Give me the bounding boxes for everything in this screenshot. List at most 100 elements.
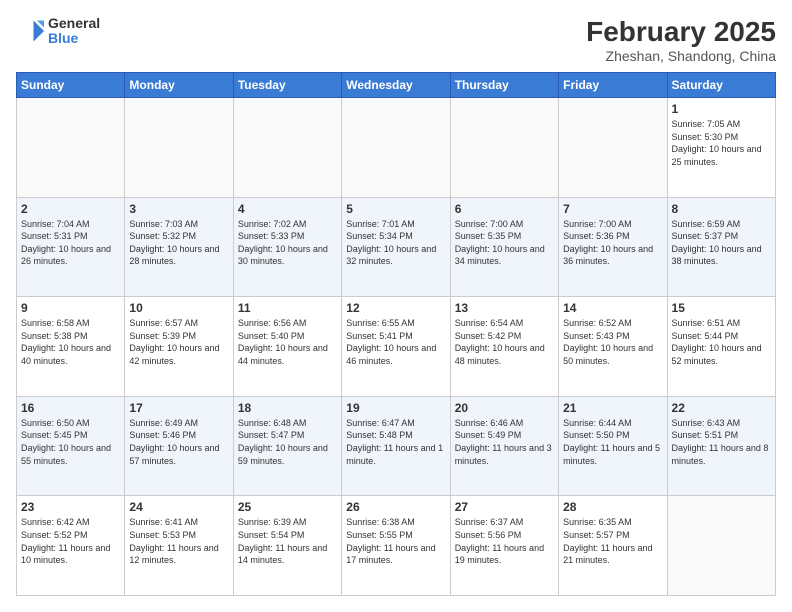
logo: General Blue (16, 16, 100, 47)
day-info: Sunrise: 7:05 AM Sunset: 5:30 PM Dayligh… (672, 118, 771, 168)
table-row: 26 Sunrise: 6:38 AM Sunset: 5:55 PM Dayli… (342, 496, 450, 596)
day-number: 7 (563, 202, 662, 216)
table-row: 6Sunrise: 7:00 AM Sunset: 5:35 PM Daylig… (450, 197, 558, 297)
day-info: Sunrise: 6:35 AM Sunset: 5:57 PM Dayligh… (563, 516, 662, 566)
day-info: Sunrise: 7:01 AM Sunset: 5:34 PM Dayligh… (346, 218, 445, 268)
day-info: Sunrise: 6:49 AM Sunset: 5:46 PM Dayligh… (129, 417, 228, 467)
day-info: Sunrise: 7:04 AM Sunset: 5:31 PM Dayligh… (21, 218, 120, 268)
logo-blue: Blue (48, 31, 100, 46)
table-row (559, 98, 667, 198)
calendar-week-row: 23 Sunrise: 6:42 AM Sunset: 5:52 PM Dayli… (17, 496, 776, 596)
title-block: February 2025 Zheshan, Shandong, China (586, 16, 776, 64)
day-info: Sunrise: 6:44 AM Sunset: 5:50 PM Dayligh… (563, 417, 662, 467)
day-number: 13 (455, 301, 554, 315)
table-row: 17 Sunrise: 6:49 AM Sunset: 5:46 PM Dayli… (125, 396, 233, 496)
day-info: Sunrise: 6:51 AM Sunset: 5:44 PM Dayligh… (672, 317, 771, 367)
table-row (667, 496, 775, 596)
table-row: 19Sunrise: 6:47 AM Sunset: 5:48 PM Dayli… (342, 396, 450, 496)
table-row: 14 Sunrise: 6:52 AM Sunset: 5:43 PM Dayli… (559, 297, 667, 397)
day-info: Sunrise: 6:46 AM Sunset: 5:49 PM Dayligh… (455, 417, 554, 467)
table-row: 21 Sunrise: 6:44 AM Sunset: 5:50 PM Dayli… (559, 396, 667, 496)
day-number: 9 (21, 301, 120, 315)
table-row (17, 98, 125, 198)
month-title: February 2025 (586, 16, 776, 48)
location: Zheshan, Shandong, China (586, 48, 776, 64)
day-number: 17 (129, 401, 228, 415)
day-number: 5 (346, 202, 445, 216)
day-number: 12 (346, 301, 445, 315)
day-number: 24 (129, 500, 228, 514)
table-row: 1 Sunrise: 7:05 AM Sunset: 5:30 PM Daylig… (667, 98, 775, 198)
logo-general: General (48, 16, 100, 31)
day-number: 4 (238, 202, 337, 216)
day-info: Sunrise: 6:38 AM Sunset: 5:55 PM Dayligh… (346, 516, 445, 566)
logo-text: General Blue (48, 16, 100, 47)
table-row: 23 Sunrise: 6:42 AM Sunset: 5:52 PM Dayli… (17, 496, 125, 596)
table-row: 9 Sunrise: 6:58 AM Sunset: 5:38 PM Daylig… (17, 297, 125, 397)
day-number: 14 (563, 301, 662, 315)
day-info: Sunrise: 7:00 AM Sunset: 5:36 PM Dayligh… (563, 218, 662, 268)
day-info: Sunrise: 6:41 AM Sunset: 5:53 PM Dayligh… (129, 516, 228, 566)
day-info: Sunrise: 6:37 AM Sunset: 5:56 PM Dayligh… (455, 516, 554, 566)
day-number: 27 (455, 500, 554, 514)
day-number: 25 (238, 500, 337, 514)
day-number: 18 (238, 401, 337, 415)
day-info: Sunrise: 6:42 AM Sunset: 5:52 PM Dayligh… (21, 516, 120, 566)
day-number: 22 (672, 401, 771, 415)
day-number: 21 (563, 401, 662, 415)
calendar-week-row: 2 Sunrise: 7:04 AM Sunset: 5:31 PM Daylig… (17, 197, 776, 297)
table-row: 28Sunrise: 6:35 AM Sunset: 5:57 PM Dayli… (559, 496, 667, 596)
table-row: 22 Sunrise: 6:43 AM Sunset: 5:51 PM Dayli… (667, 396, 775, 496)
col-tuesday: Tuesday (233, 73, 341, 98)
day-number: 26 (346, 500, 445, 514)
table-row: 5 Sunrise: 7:01 AM Sunset: 5:34 PM Daylig… (342, 197, 450, 297)
calendar-week-row: 16Sunrise: 6:50 AM Sunset: 5:45 PM Dayli… (17, 396, 776, 496)
day-number: 1 (672, 102, 771, 116)
day-info: Sunrise: 6:52 AM Sunset: 5:43 PM Dayligh… (563, 317, 662, 367)
table-row: 12 Sunrise: 6:55 AM Sunset: 5:41 PM Dayli… (342, 297, 450, 397)
col-saturday: Saturday (667, 73, 775, 98)
table-row: 11Sunrise: 6:56 AM Sunset: 5:40 PM Dayli… (233, 297, 341, 397)
header: General Blue February 2025 Zheshan, Shan… (16, 16, 776, 64)
col-monday: Monday (125, 73, 233, 98)
table-row: 4 Sunrise: 7:02 AM Sunset: 5:33 PM Daylig… (233, 197, 341, 297)
table-row: 18Sunrise: 6:48 AM Sunset: 5:47 PM Dayli… (233, 396, 341, 496)
table-row (233, 98, 341, 198)
table-row: 27 Sunrise: 6:37 AM Sunset: 5:56 PM Dayli… (450, 496, 558, 596)
day-number: 2 (21, 202, 120, 216)
day-number: 23 (21, 500, 120, 514)
table-row: 8Sunrise: 6:59 AM Sunset: 5:37 PM Daylig… (667, 197, 775, 297)
day-number: 10 (129, 301, 228, 315)
col-friday: Friday (559, 73, 667, 98)
calendar-week-row: 9 Sunrise: 6:58 AM Sunset: 5:38 PM Daylig… (17, 297, 776, 397)
table-row: 7 Sunrise: 7:00 AM Sunset: 5:36 PM Daylig… (559, 197, 667, 297)
day-number: 3 (129, 202, 228, 216)
col-thursday: Thursday (450, 73, 558, 98)
day-info: Sunrise: 7:00 AM Sunset: 5:35 PM Dayligh… (455, 218, 554, 268)
table-row (342, 98, 450, 198)
day-info: Sunrise: 6:58 AM Sunset: 5:38 PM Dayligh… (21, 317, 120, 367)
table-row: 16Sunrise: 6:50 AM Sunset: 5:45 PM Dayli… (17, 396, 125, 496)
col-wednesday: Wednesday (342, 73, 450, 98)
calendar-header-row: Sunday Monday Tuesday Wednesday Thursday… (17, 73, 776, 98)
day-info: Sunrise: 6:57 AM Sunset: 5:39 PM Dayligh… (129, 317, 228, 367)
table-row: 15Sunrise: 6:51 AM Sunset: 5:44 PM Dayli… (667, 297, 775, 397)
table-row: 25 Sunrise: 6:39 AM Sunset: 5:54 PM Dayli… (233, 496, 341, 596)
logo-icon (16, 17, 44, 45)
day-info: Sunrise: 7:02 AM Sunset: 5:33 PM Dayligh… (238, 218, 337, 268)
day-info: Sunrise: 6:43 AM Sunset: 5:51 PM Dayligh… (672, 417, 771, 467)
day-info: Sunrise: 6:59 AM Sunset: 5:37 PM Dayligh… (672, 218, 771, 268)
day-info: Sunrise: 6:55 AM Sunset: 5:41 PM Dayligh… (346, 317, 445, 367)
col-sunday: Sunday (17, 73, 125, 98)
page: General Blue February 2025 Zheshan, Shan… (0, 0, 792, 612)
day-number: 11 (238, 301, 337, 315)
day-info: Sunrise: 7:03 AM Sunset: 5:32 PM Dayligh… (129, 218, 228, 268)
table-row (125, 98, 233, 198)
table-row: 24 Sunrise: 6:41 AM Sunset: 5:53 PM Dayli… (125, 496, 233, 596)
table-row: 20Sunrise: 6:46 AM Sunset: 5:49 PM Dayli… (450, 396, 558, 496)
day-number: 16 (21, 401, 120, 415)
day-info: Sunrise: 6:39 AM Sunset: 5:54 PM Dayligh… (238, 516, 337, 566)
day-info: Sunrise: 6:47 AM Sunset: 5:48 PM Dayligh… (346, 417, 445, 467)
table-row (450, 98, 558, 198)
calendar-table: Sunday Monday Tuesday Wednesday Thursday… (16, 72, 776, 596)
